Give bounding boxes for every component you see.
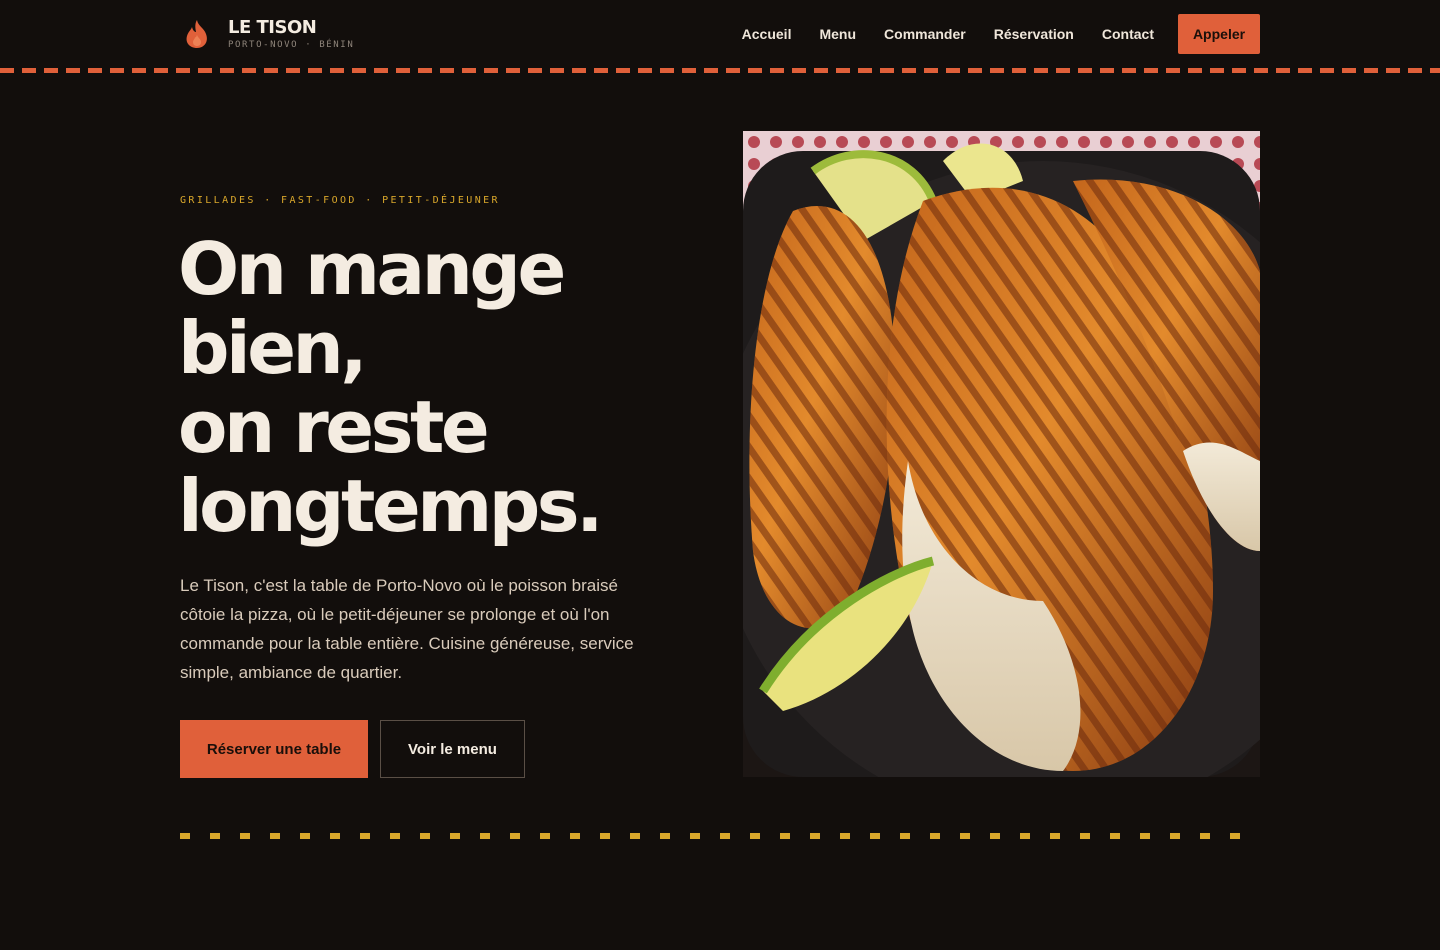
- hero-lead: Le Tison, c'est la table de Porto-Novo o…: [180, 576, 634, 682]
- brand-location: PORTO-NOVO · BÉNIN: [228, 39, 355, 50]
- headline-line: on reste: [178, 385, 490, 469]
- nav-item-reservation[interactable]: Réservation: [994, 26, 1074, 42]
- grilled-fish-image: [743, 131, 1260, 777]
- view-menu-button[interactable]: Voir le menu: [380, 720, 525, 778]
- hero-divider: [180, 833, 1260, 839]
- call-button[interactable]: Appeler: [1178, 14, 1260, 54]
- headline-line: longtemps.: [178, 464, 603, 548]
- nav-item-accueil[interactable]: Accueil: [742, 26, 792, 42]
- site-header: LE TISON PORTO-NOVO · BÉNIN Accueil Menu…: [0, 0, 1440, 68]
- brand-logo[interactable]: LE TISON PORTO-NOVO · BÉNIN: [182, 16, 354, 52]
- grilled-fish-illustration: [743, 131, 1260, 777]
- main-nav: Accueil Menu Commander Réservation Conta…: [742, 14, 1260, 54]
- header-divider: [0, 68, 1440, 73]
- headline-line: On mange: [178, 227, 566, 311]
- brand-name: LE TISON: [228, 16, 317, 38]
- nav-item-commander[interactable]: Commander: [884, 26, 966, 42]
- reserve-table-button[interactable]: Réserver une table: [180, 720, 368, 778]
- nav-item-menu[interactable]: Menu: [819, 26, 856, 42]
- hero-eyebrow: GRILLADES · FAST-FOOD · PETIT-DÉJEUNER: [180, 195, 500, 206]
- flame-icon: [186, 20, 207, 48]
- headline-line: bien,: [178, 306, 368, 390]
- nav-item-contact[interactable]: Contact: [1102, 26, 1154, 42]
- hero-headline: On mange bien, on reste longtemps.: [178, 230, 718, 546]
